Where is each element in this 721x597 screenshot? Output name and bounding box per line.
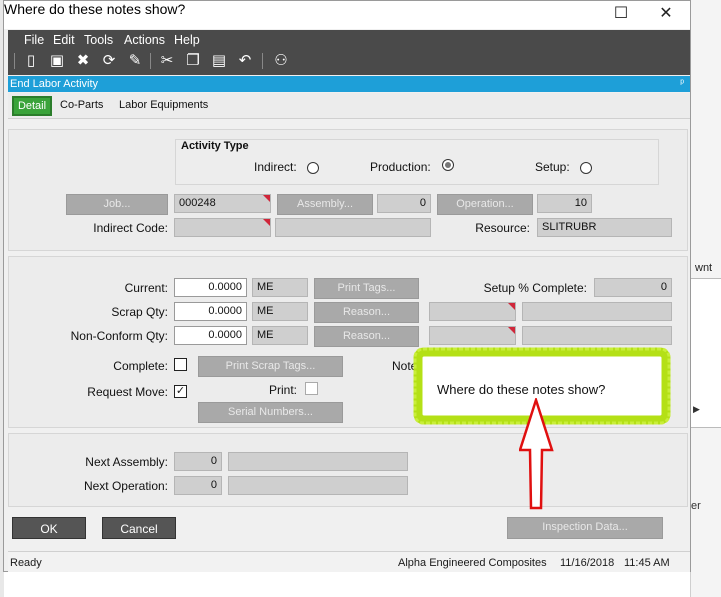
next-assembly-label: Next Assembly:	[85, 455, 168, 469]
current-qty-input[interactable]: 0.0000	[174, 278, 247, 297]
background-scroll-arrow-icon: ▶	[693, 404, 700, 414]
current-label: Current:	[124, 281, 168, 295]
annotation-arrow	[518, 395, 559, 513]
title-bar: Where do these notes show? ☐ ✕	[4, 1, 690, 29]
complete-checkbox[interactable]	[174, 358, 187, 371]
menu-file[interactable]: File	[24, 33, 44, 47]
end-labor-window: Where do these notes show? ☐ ✕ File Edit…	[3, 0, 691, 572]
next-assembly-description	[228, 452, 408, 471]
up-arrow-icon	[518, 395, 554, 510]
status-date: 11/16/2018	[560, 557, 615, 569]
setup-radio[interactable]	[580, 162, 592, 174]
print-checkbox[interactable]	[305, 382, 318, 395]
delete-icon[interactable]: ✖	[74, 52, 92, 70]
setup-label: Setup:	[535, 160, 570, 174]
print-tags-button[interactable]: Print Tags...	[314, 278, 419, 299]
scrap-qty-input[interactable]: 0.0000	[174, 302, 247, 321]
setup-complete-field[interactable]: 0	[594, 278, 672, 297]
background-tab-fragment: wnt	[695, 262, 713, 274]
next-operation-label: Next Operation:	[83, 479, 168, 493]
nonconform-reason-code[interactable]	[429, 326, 516, 345]
undo-icon[interactable]: ↶	[236, 52, 254, 70]
tab-detail[interactable]: Detail	[12, 96, 52, 116]
operation-button[interactable]: Operation...	[437, 194, 533, 215]
serial-numbers-button[interactable]: Serial Numbers...	[198, 402, 343, 423]
nonconform-reason-button[interactable]: Reason...	[314, 326, 419, 347]
indirect-code-label: Indirect Code:	[93, 221, 168, 235]
job-button[interactable]: Job...	[66, 194, 168, 215]
current-uom[interactable]: ME	[252, 278, 308, 297]
window-title: Where do these notes show?	[4, 1, 186, 17]
tab-bar: Detail Co-Parts Labor Equipments	[8, 93, 690, 119]
operation-field[interactable]: 10	[537, 194, 592, 213]
setup-complete-label: Setup % Complete:	[483, 281, 587, 295]
indirect-radio[interactable]	[307, 162, 319, 174]
background-text-fragment: er	[691, 500, 701, 512]
indirect-label: Indirect:	[254, 160, 297, 174]
paste-icon[interactable]: ▤	[210, 52, 228, 70]
scrap-reason-code[interactable]	[429, 302, 516, 321]
scrap-qty-label: Scrap Qty:	[111, 305, 168, 319]
ok-button[interactable]: OK	[12, 517, 86, 539]
status-bar: Ready Alpha Engineered Composites 11/16/…	[8, 551, 690, 572]
menu-actions[interactable]: Actions	[124, 33, 165, 47]
close-button[interactable]: ✕	[656, 5, 676, 23]
print-scrap-tags-button[interactable]: Print Scrap Tags...	[198, 356, 343, 377]
cancel-button[interactable]: Cancel	[102, 517, 176, 539]
complete-label: Complete:	[113, 359, 168, 373]
nonconform-qty-label: Non-Conform Qty:	[70, 329, 168, 343]
scrap-uom[interactable]: ME	[252, 302, 308, 321]
toolbar-separator	[14, 53, 15, 69]
status-company: Alpha Engineered Composites	[398, 557, 547, 569]
toolbar-separator	[150, 53, 151, 69]
annotation-text: Where do these notes show?	[437, 382, 606, 397]
assembly-button[interactable]: Assembly...	[277, 194, 373, 215]
request-move-label: Request Move:	[87, 385, 168, 399]
refresh-icon[interactable]: ⟳	[100, 52, 118, 70]
binoculars-icon[interactable]: ⚇	[272, 52, 290, 70]
status-time: 11:45 AM	[624, 557, 670, 569]
cut-icon[interactable]: ✂	[158, 52, 176, 70]
nonconform-reason-description	[522, 326, 672, 345]
panel-title: End Labor Activity	[10, 78, 99, 90]
toolbar-separator	[262, 53, 263, 69]
request-move-checkbox[interactable]: ✓	[174, 385, 187, 398]
copy-icon[interactable]: ❐	[184, 52, 202, 70]
nonconform-qty-input[interactable]: 0.0000	[174, 326, 247, 345]
pin-icon[interactable]: ᵖ	[680, 76, 684, 92]
indirect-code-field[interactable]	[174, 218, 271, 237]
background-app: wnt ▶ er	[690, 0, 721, 597]
indirect-code-description	[275, 218, 431, 237]
status-text: Ready	[10, 557, 42, 569]
next-operation-description	[228, 476, 408, 495]
activity-type-title: Activity Type	[181, 140, 249, 152]
clear-icon[interactable]: ✎	[126, 52, 144, 70]
maximize-button[interactable]: ☐	[611, 5, 631, 23]
menu-edit[interactable]: Edit	[53, 33, 75, 47]
production-label: Production:	[370, 160, 431, 174]
resource-label: Resource:	[475, 221, 530, 235]
next-assembly-field[interactable]: 0	[174, 452, 222, 471]
new-icon[interactable]: ▯	[22, 52, 40, 70]
production-radio[interactable]	[442, 159, 454, 171]
nonconform-uom[interactable]: ME	[252, 326, 308, 345]
resource-field[interactable]: SLITRUBR	[537, 218, 672, 237]
panel-header: End Labor Activity ᵖ	[8, 76, 690, 92]
job-field[interactable]: 000248	[174, 194, 271, 213]
assembly-field[interactable]: 0	[377, 194, 431, 213]
menu-tools[interactable]: Tools	[84, 33, 113, 47]
scrap-reason-button[interactable]: Reason...	[314, 302, 419, 323]
save-icon[interactable]: ▣	[48, 52, 66, 70]
print-label: Print:	[269, 383, 298, 397]
menu-help[interactable]: Help	[174, 33, 200, 47]
next-operation-field[interactable]: 0	[174, 476, 222, 495]
menu-toolbar: File Edit Tools Actions Help ▯ ▣ ✖ ⟳ ✎ ✂…	[8, 30, 690, 75]
scrap-reason-description	[522, 302, 672, 321]
inspection-data-button[interactable]: Inspection Data...	[507, 517, 663, 539]
tab-labor-equipments[interactable]: Labor Equipments	[119, 99, 208, 111]
tab-co-parts[interactable]: Co-Parts	[60, 99, 103, 111]
